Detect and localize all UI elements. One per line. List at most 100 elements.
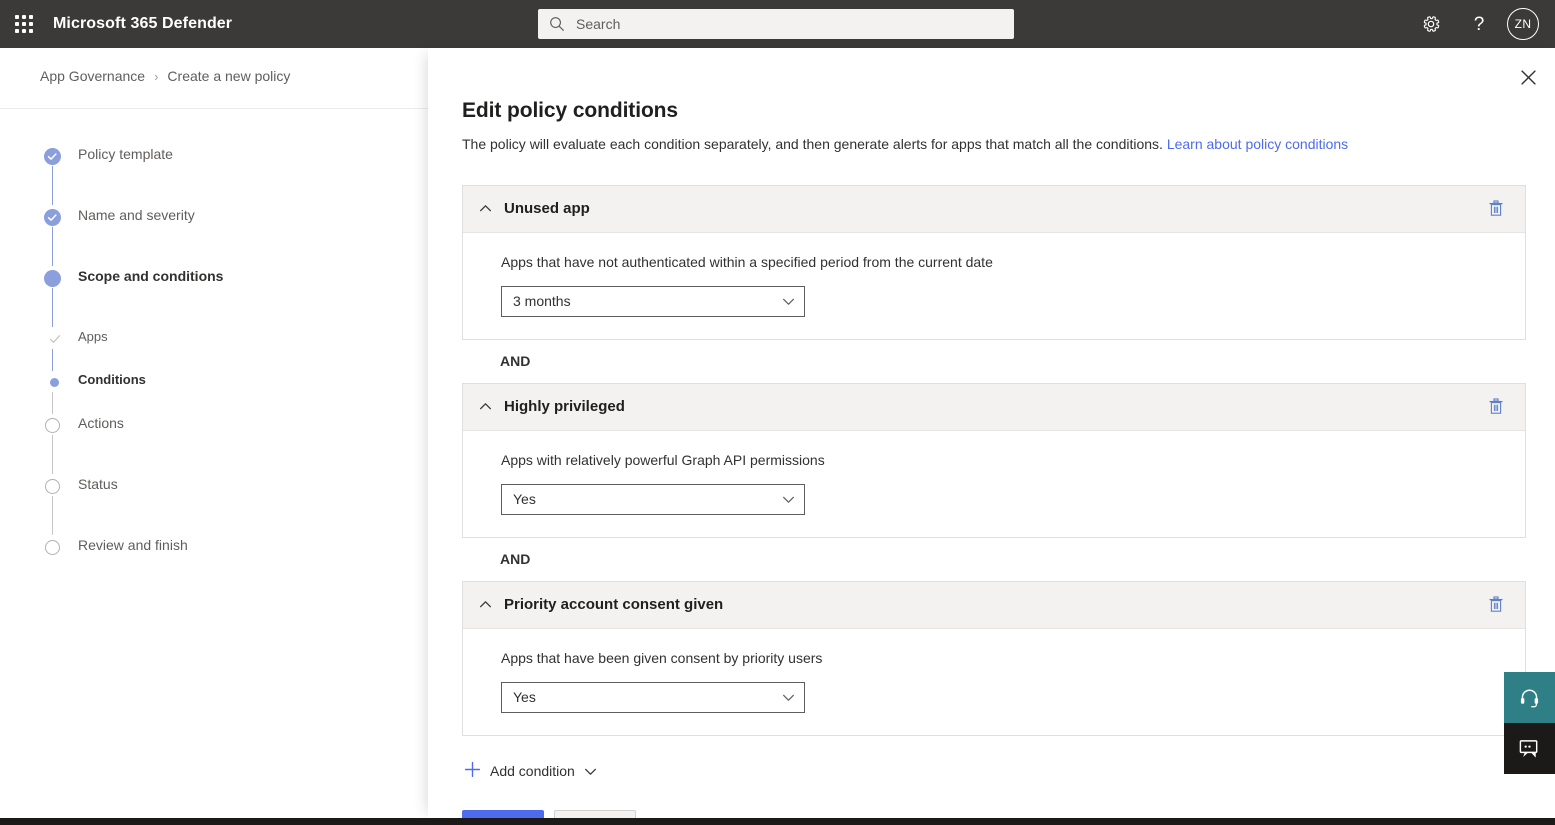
panel-content: Edit policy conditions The policy will e… — [428, 48, 1555, 818]
brand-title[interactable]: Microsoft 365 Defender — [53, 15, 232, 33]
filled-circle-icon — [44, 270, 61, 287]
and-separator: AND — [462, 340, 1526, 383]
bottom-strip — [0, 818, 1555, 825]
save-button[interactable]: Save — [462, 810, 544, 818]
wizard-step-scope-and-conditions[interactable]: Scope and conditions — [44, 266, 374, 327]
breadcrumb-root[interactable]: App Governance — [40, 68, 145, 84]
condition-card-body: Apps that have been given consent by pri… — [463, 629, 1525, 735]
support-button[interactable] — [1504, 672, 1555, 723]
condition-description: Apps with relatively powerful Graph API … — [501, 452, 1525, 468]
trash-icon — [1488, 398, 1504, 415]
breadcrumb-separator-icon: › — [154, 69, 158, 84]
trash-icon — [1488, 200, 1504, 217]
wizard-step-label: Actions — [78, 415, 124, 431]
substep-marker-done — [46, 331, 63, 348]
step-marker-pending — [44, 417, 61, 434]
question-mark-icon: ? — [1474, 15, 1485, 34]
plus-icon — [464, 761, 481, 782]
search-box[interactable] — [538, 9, 1014, 39]
condition-title: Unused app — [504, 200, 1481, 217]
wizard-step-name-and-severity[interactable]: Name and severity — [44, 205, 374, 266]
step-connector — [52, 435, 53, 474]
chevron-up-icon[interactable] — [471, 393, 499, 421]
empty-circle-icon — [45, 540, 60, 555]
dropdown-selected-value: Yes — [513, 689, 782, 705]
empty-circle-icon — [45, 418, 60, 433]
delete-condition-button[interactable] — [1481, 392, 1511, 422]
add-condition-button[interactable]: Add condition — [462, 757, 599, 786]
breadcrumb-current[interactable]: Create a new policy — [167, 68, 290, 84]
cancel-button[interactable]: Cancel — [554, 810, 636, 818]
condition-title: Highly privileged — [504, 398, 1481, 415]
wizard-step-status[interactable]: Status — [44, 474, 374, 535]
avatar[interactable]: ZN — [1507, 8, 1539, 40]
wizard-step-policy-template[interactable]: Policy template — [44, 144, 374, 205]
waffle-icon — [15, 15, 33, 33]
empty-circle-icon — [45, 479, 60, 494]
wizard-step-label: Review and finish — [78, 537, 188, 553]
chevron-down-icon — [782, 691, 795, 704]
step-marker-done — [44, 148, 61, 165]
condition-title: Priority account consent given — [504, 596, 1481, 613]
chevron-up-icon[interactable] — [471, 195, 499, 223]
step-connector — [52, 496, 53, 535]
condition-description: Apps that have been given consent by pri… — [501, 650, 1525, 666]
feedback-icon — [1518, 738, 1541, 760]
settings-button[interactable] — [1407, 0, 1455, 48]
condition-card-header[interactable]: Priority account consent given — [463, 582, 1525, 629]
condition-card-header[interactable]: Highly privileged — [463, 384, 1525, 431]
wizard-step-label: Status — [78, 476, 118, 492]
search-icon — [548, 15, 566, 33]
wizard-steps: Policy template Name and severity Scope … — [44, 144, 374, 596]
help-button[interactable]: ? — [1455, 0, 1503, 48]
condition-card-priority-account-consent-given: Priority account consent given App — [462, 581, 1526, 736]
chevron-up-icon[interactable] — [471, 591, 499, 619]
chevron-down-icon — [584, 765, 597, 778]
top-app-bar: Microsoft 365 Defender ? ZN — [0, 0, 1555, 48]
feedback-button[interactable] — [1504, 723, 1555, 774]
avatar-initials: ZN — [1515, 17, 1532, 31]
step-marker-pending — [44, 478, 61, 495]
small-filled-circle-icon — [50, 378, 59, 387]
app-launcher-button[interactable] — [0, 0, 48, 48]
condition-card-highly-privileged: Highly privileged Apps with relati — [462, 383, 1526, 538]
step-connector — [52, 166, 53, 205]
wizard-step-actions[interactable]: Actions — [44, 413, 374, 474]
condition-value-dropdown[interactable]: Yes — [501, 484, 805, 515]
wizard-step-label: Policy template — [78, 146, 173, 162]
panel-description-text: The policy will evaluate each condition … — [462, 136, 1163, 152]
step-connector — [52, 392, 53, 414]
topbar-actions: ? ZN — [1407, 0, 1547, 48]
check-icon — [49, 333, 61, 347]
wizard-step-review-and-finish[interactable]: Review and finish — [44, 535, 374, 596]
wizard-substep-label: Apps — [78, 329, 108, 344]
close-icon — [1521, 70, 1536, 85]
search-input[interactable] — [576, 16, 1004, 32]
condition-card-body: Apps that have not authenticated within … — [463, 233, 1525, 339]
delete-condition-button[interactable] — [1481, 590, 1511, 620]
close-panel-button[interactable] — [1509, 58, 1547, 96]
wizard-substep-conditions[interactable]: Conditions — [44, 370, 374, 413]
panel-description: The policy will evaluate each condition … — [462, 135, 1555, 154]
conditions-list: Unused app Apps that have not auth — [462, 185, 1526, 736]
wizard-step-label: Scope and conditions — [78, 268, 223, 284]
delete-condition-button[interactable] — [1481, 194, 1511, 224]
breadcrumb: App Governance › Create a new policy — [40, 68, 290, 84]
step-connector — [52, 288, 53, 327]
panel-footer-actions: Save Cancel — [462, 810, 1555, 818]
gear-icon — [1421, 14, 1441, 34]
wizard-substep-apps[interactable]: Apps — [44, 327, 374, 370]
learn-more-link[interactable]: Learn about policy conditions — [1167, 136, 1348, 152]
breadcrumb-divider — [0, 108, 428, 109]
condition-value-dropdown[interactable]: Yes — [501, 682, 805, 713]
dropdown-selected-value: 3 months — [513, 293, 782, 309]
floating-widgets — [1504, 672, 1555, 774]
condition-description: Apps that have not authenticated within … — [501, 254, 1525, 270]
edit-policy-conditions-panel: Edit policy conditions The policy will e… — [428, 48, 1555, 818]
check-circle-icon — [44, 148, 61, 165]
condition-value-dropdown[interactable]: 3 months — [501, 286, 805, 317]
condition-card-header[interactable]: Unused app — [463, 186, 1525, 233]
dropdown-selected-value: Yes — [513, 491, 782, 507]
and-separator: AND — [462, 538, 1526, 581]
headset-icon — [1519, 687, 1540, 708]
